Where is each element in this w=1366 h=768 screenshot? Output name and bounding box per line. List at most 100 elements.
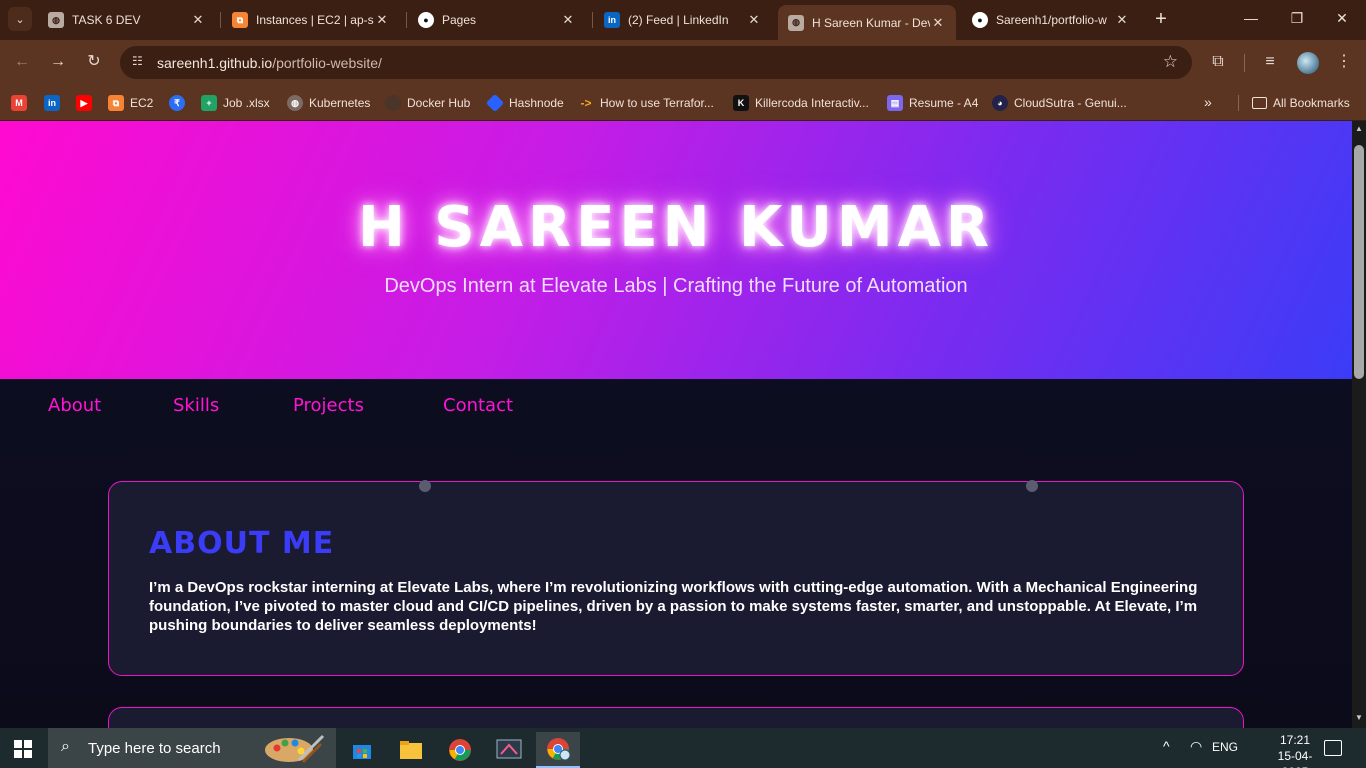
bookmark-hashnode[interactable]: Hashnode [485,93,564,113]
next-section-card [108,707,1244,728]
snipping-tool-icon[interactable] [487,732,531,768]
bookmark-linkedin[interactable]: in [44,94,66,112]
nav-link-about[interactable]: About [48,395,101,416]
reload-button[interactable]: ↻ [83,51,105,73]
tab-separator [406,12,407,28]
tab-task6[interactable]: ◍ TASK 6 DEV ✕ [38,5,216,35]
close-icon[interactable]: ✕ [374,12,390,28]
profile-avatar[interactable] [1297,52,1319,74]
clock-time: 17:21 [1279,733,1311,747]
linkedin-icon: in [604,12,620,28]
page-viewport: H SAREEN KUMAR DevOps Intern at Elevate … [0,121,1352,728]
wifi-icon[interactable]: ◠ [1190,738,1202,755]
bookmark-ec2[interactable]: ⧉ EC2 [108,94,153,112]
bookmark-terraform[interactable]: -> How to use Terrafor... [578,94,713,112]
decorative-dot [419,480,431,492]
url-text[interactable]: sareenh1.github.io/portfolio-website/ [157,55,382,71]
language-indicator[interactable]: ENG [1212,740,1238,754]
github-icon: ● [972,12,988,28]
bookmark-label: EC2 [130,96,154,110]
bookmark-cloudsutra[interactable]: ◕ CloudSutra - Genui... [992,94,1127,112]
browser-toolbar: ← → ↻ ☷ sareenh1.github.io/portfolio-web… [0,40,1366,85]
globe-icon: ◍ [788,14,804,31]
all-bookmarks-folder[interactable]: All Bookmarks [1252,94,1350,112]
bookmarks-bar: M in ▶ ⧉ EC2 ₹ + Job .xlsx ◍ Kubernetes … [0,85,1366,121]
arrow-icon: -> [580,96,592,110]
aws-ec2-icon: ⧉ [108,95,124,111]
bookmark-gmail[interactable]: M [11,94,33,112]
microsoft-store-icon[interactable] [340,732,384,768]
back-button[interactable]: ← [11,51,33,73]
file-explorer-icon[interactable] [389,732,433,768]
notification-center-icon[interactable] [1324,740,1342,756]
bookmark-label: Job .xlsx [223,96,270,110]
bookmarks-divider [1238,95,1239,111]
scrollbar-thumb[interactable] [1354,145,1364,379]
tab-title: H Sareen Kumar - DevOps [812,15,930,30]
restore-button[interactable]: ❐ [1287,10,1307,27]
close-icon[interactable]: ✕ [1114,12,1130,28]
tab-portfolio-active[interactable]: ◍ H Sareen Kumar - DevOps ✕ [778,5,956,40]
chrome-icon[interactable] [438,732,482,768]
taskbar-search-box[interactable]: ⌕ Type here to search [48,728,336,768]
about-section: ABOUT ME I’m a DevOps rockstar interning… [108,480,1244,676]
bookmark-label: Hashnode [509,96,564,110]
bookmark-rupee[interactable]: ₹ [169,94,191,112]
bookmark-kubernetes[interactable]: ◍ Kubernetes [287,94,370,112]
nav-link-projects[interactable]: Projects [293,395,364,416]
close-icon[interactable]: ✕ [746,12,762,28]
url-host: sareenh1.github.io [157,55,273,71]
bookmark-youtube[interactable]: ▶ [76,94,98,112]
tab-title: Pages [442,13,477,27]
close-window-button[interactable]: ✕ [1332,10,1352,27]
chrome-profile-icon-active[interactable] [536,732,580,768]
hero-name: H SAREEN KUMAR [357,195,995,260]
resume-icon: ▤ [887,95,903,111]
bookmarks-overflow-icon[interactable]: » [1204,94,1212,110]
tab-ec2-instances[interactable]: ⧉ Instances | EC2 | ap-so ✕ [222,5,400,35]
close-icon[interactable]: ✕ [930,15,946,31]
address-bar[interactable]: ☷ sareenh1.github.io/portfolio-website/ … [120,46,1192,79]
close-icon[interactable]: ✕ [560,12,576,28]
bookmark-killercoda[interactable]: K Killercoda Interactiv... [733,94,869,112]
page-scrollbar[interactable]: ▲ ▼ [1352,121,1366,728]
bookmark-label: Killercoda Interactiv... [755,96,869,110]
tab-title: Sareenh1/portfolio-w [996,13,1107,27]
forward-button[interactable]: → [47,51,69,73]
tab-title: TASK 6 DEV [72,13,141,27]
bookmark-docker-hub[interactable]: Docker Hub [385,94,470,112]
bookmark-star-icon[interactable]: ☆ [1163,52,1178,72]
killercoda-icon: K [733,95,749,111]
scroll-down-arrow-icon[interactable]: ▼ [1355,713,1363,722]
tray-chevron-up-icon[interactable]: ^ [1163,738,1170,754]
globe-icon: ◍ [48,12,64,28]
url-path: /portfolio-website/ [272,55,382,71]
about-body: I’m a DevOps rockstar interning at Eleva… [149,579,1198,634]
extensions-icon[interactable]: ⧉ [1207,51,1229,73]
youtube-icon: ▶ [76,95,92,111]
decorative-dot [1026,480,1038,492]
bookmark-job-xlsx[interactable]: + Job .xlsx [201,94,270,112]
media-controls-icon[interactable]: ≡ [1259,51,1281,73]
tab-separator [592,12,593,28]
tab-github-pages[interactable]: ● Pages ✕ [408,5,586,35]
new-tab-button[interactable]: + [1150,9,1172,31]
bookmark-resume[interactable]: ▤ Resume - A4 [887,94,978,112]
minimize-button[interactable]: — [1241,10,1261,26]
scroll-up-arrow-icon[interactable]: ▲ [1355,124,1363,133]
close-icon[interactable]: ✕ [190,12,206,28]
site-settings-icon[interactable]: ☷ [132,54,150,70]
taskbar-clock[interactable]: 17:21 15-04-2025 [1268,732,1322,768]
tab-title: (2) Feed | LinkedIn [628,13,729,27]
docker-icon [385,95,401,111]
nav-link-contact[interactable]: Contact [443,395,513,416]
tab-github-repo[interactable]: ● Sareenh1/portfolio-w ✕ [962,5,1140,35]
tab-linkedin-feed[interactable]: in (2) Feed | LinkedIn ✕ [594,5,772,35]
bookmark-label: Resume - A4 [909,96,979,110]
clock-date: 15-04-2025 [1277,749,1313,768]
cloudsutra-icon: ◕ [992,95,1008,111]
nav-link-skills[interactable]: Skills [173,395,219,416]
tab-search-button[interactable]: ⌄ [8,7,32,31]
windows-start-icon[interactable] [14,740,32,758]
menu-kebab-icon[interactable]: ⋮ [1333,51,1355,73]
